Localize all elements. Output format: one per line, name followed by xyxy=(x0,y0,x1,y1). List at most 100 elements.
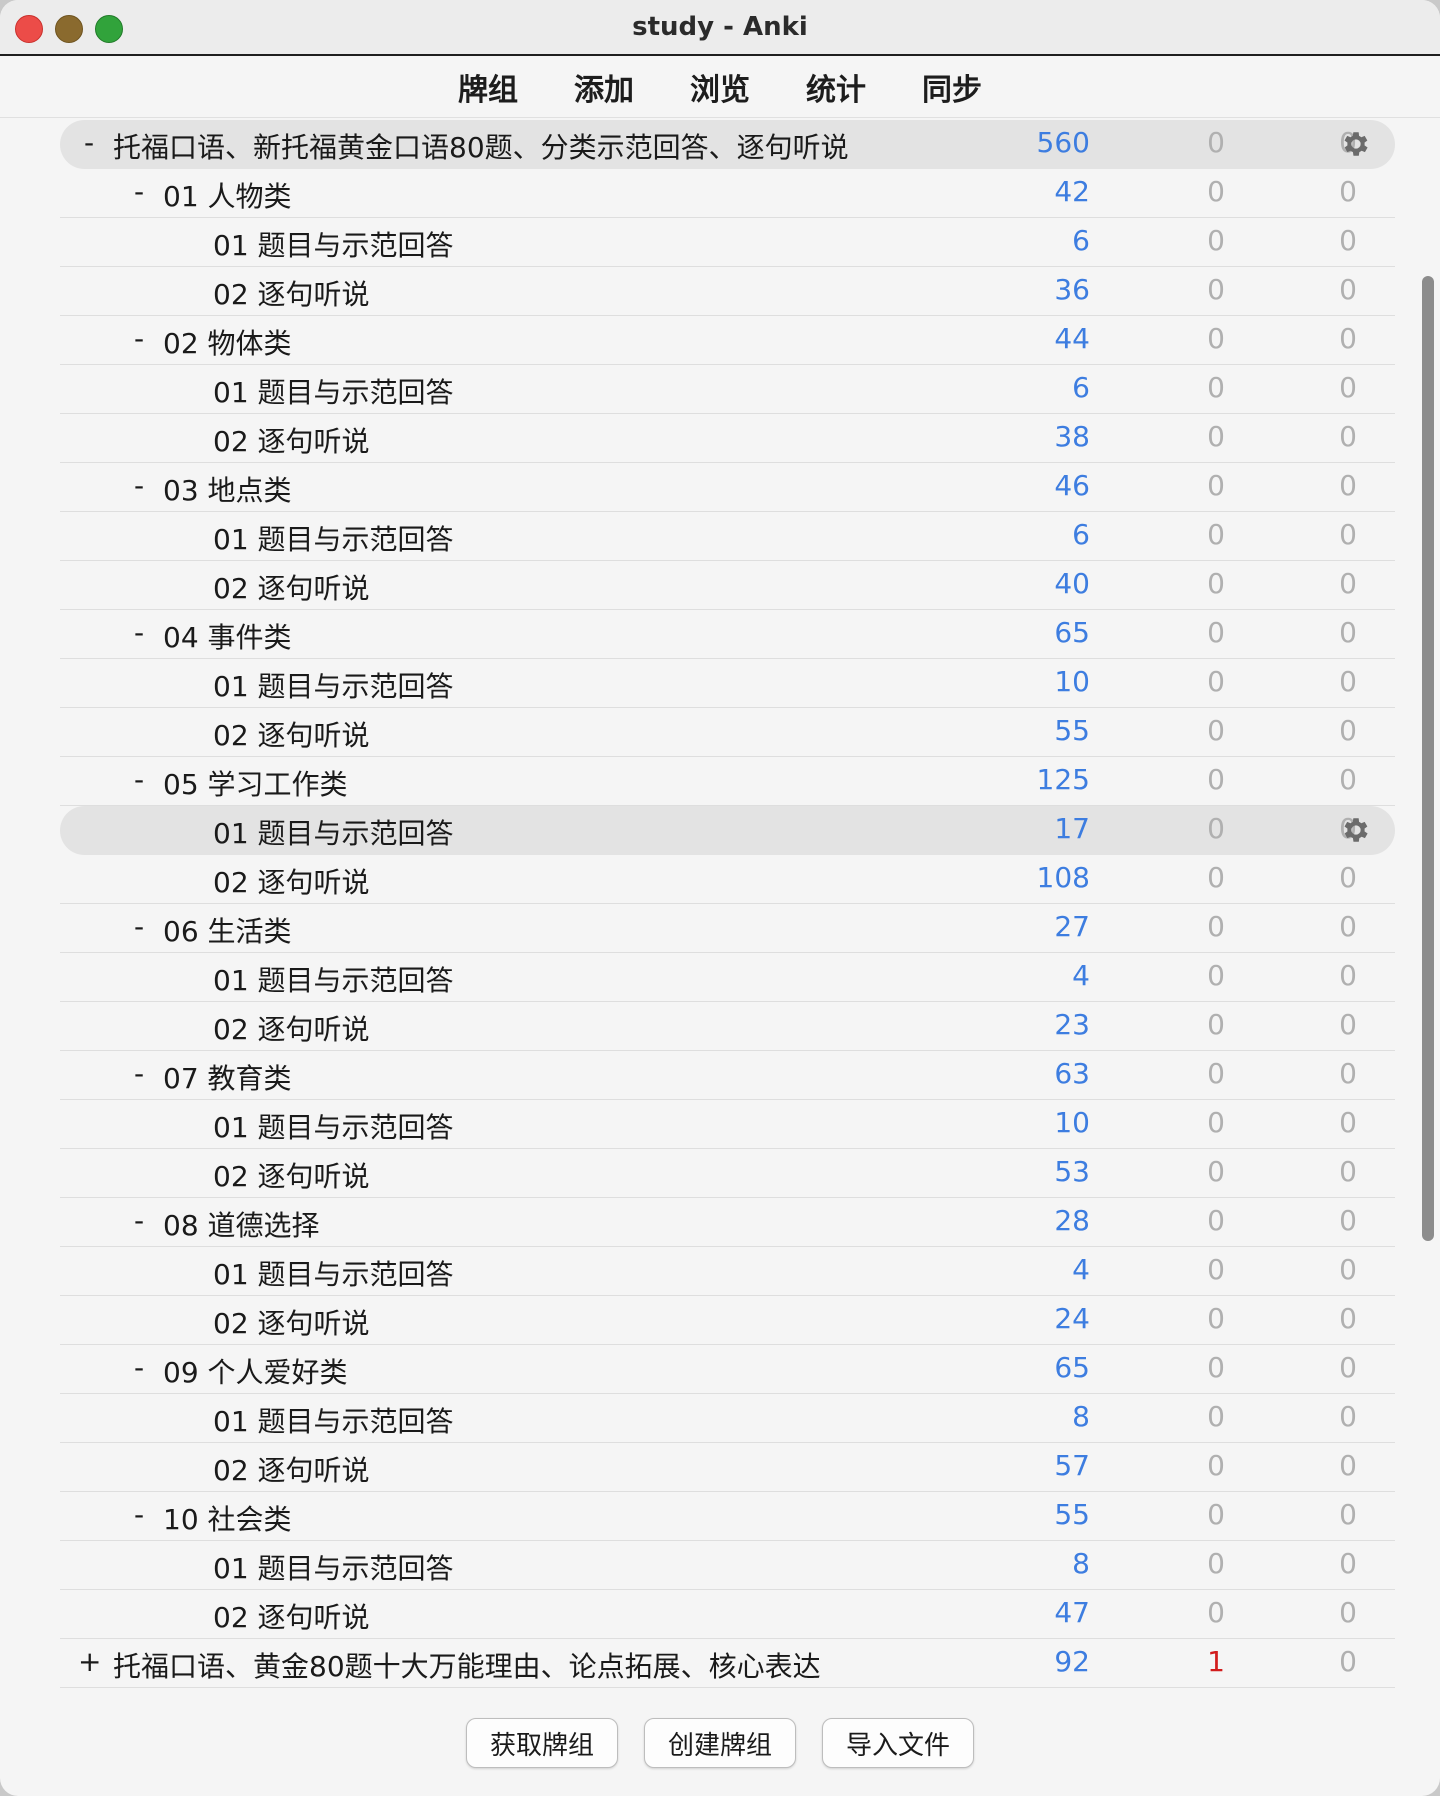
deck-row[interactable]: -06 生活类 27 0 0 xyxy=(60,904,1395,953)
collapse-toggle[interactable]: - xyxy=(128,616,150,649)
deck-row[interactable]: -08 道德选择 28 0 0 xyxy=(60,1198,1395,1247)
expand-toggle[interactable]: + xyxy=(78,1645,101,1678)
deck-name-link[interactable]: 托福口语、黄金80题十大万能理由、论点拓展、核心表达 xyxy=(113,1645,821,1685)
due-count: 0 xyxy=(1339,763,1357,796)
get-shared-decks-button[interactable]: 获取牌组 xyxy=(466,1718,618,1768)
deck-row[interactable]: 02 逐句听说 24 0 0 xyxy=(60,1296,1395,1345)
deck-name-link[interactable]: 02 逐句听说 xyxy=(213,420,370,460)
due-count: 0 xyxy=(1339,1057,1357,1090)
import-file-button[interactable]: 导入文件 xyxy=(822,1718,974,1768)
deck-row[interactable]: -10 社会类 55 0 0 xyxy=(60,1492,1395,1541)
deck-name-link[interactable]: 03 地点类 xyxy=(163,469,292,509)
deck-name-link[interactable]: 01 人物类 xyxy=(163,175,292,215)
collapse-toggle[interactable]: - xyxy=(78,126,100,159)
deck-row[interactable]: 01 题目与示范回答 6 0 0 xyxy=(60,512,1395,561)
deck-row[interactable]: 02 逐句听说 57 0 0 xyxy=(60,1443,1395,1492)
deck-name-link[interactable]: 05 学习工作类 xyxy=(163,763,348,803)
new-count: 28 xyxy=(1054,1204,1090,1237)
deck-name-link[interactable]: 01 题目与示范回答 xyxy=(213,665,454,705)
deck-name-link[interactable]: 10 社会类 xyxy=(163,1498,292,1538)
deck-name-link[interactable]: 01 题目与示范回答 xyxy=(213,1106,454,1146)
create-deck-button[interactable]: 创建牌组 xyxy=(644,1718,796,1768)
deck-name-link[interactable]: 01 题目与示范回答 xyxy=(213,371,454,411)
deck-row[interactable]: 01 题目与示范回答 10 0 0 xyxy=(60,659,1395,708)
deck-row[interactable]: 02 逐句听说 38 0 0 xyxy=(60,414,1395,463)
deck-name-link[interactable]: 07 教育类 xyxy=(163,1057,292,1097)
due-count: 0 xyxy=(1339,175,1357,208)
deck-name-link[interactable]: 04 事件类 xyxy=(163,616,292,656)
new-count: 65 xyxy=(1054,616,1090,649)
deck-row[interactable]: 02 逐句听说 36 0 0 xyxy=(60,267,1395,316)
deck-row[interactable]: -04 事件类 65 0 0 xyxy=(60,610,1395,659)
collapse-toggle[interactable]: - xyxy=(128,1498,150,1531)
collapse-toggle[interactable]: - xyxy=(128,469,150,502)
collapse-toggle[interactable]: - xyxy=(128,1351,150,1384)
deck-name-link[interactable]: 02 逐句听说 xyxy=(213,567,370,607)
deck-row[interactable]: 02 逐句听说 47 0 0 xyxy=(60,1590,1395,1639)
deck-name-link[interactable]: 02 逐句听说 xyxy=(213,1155,370,1195)
deck-name-link[interactable]: 01 题目与示范回答 xyxy=(213,1547,454,1587)
collapse-toggle[interactable]: - xyxy=(128,1204,150,1237)
deck-row[interactable]: + 托福口语、黄金80题十大万能理由、论点拓展、核心表达 92 1 0 xyxy=(60,1639,1395,1688)
deck-name-link[interactable]: 02 物体类 xyxy=(163,322,292,362)
deck-row[interactable]: 01 题目与示范回答 17 00 xyxy=(60,806,1395,855)
tab-decks[interactable]: 牌组 xyxy=(458,65,518,109)
tab-add[interactable]: 添加 xyxy=(574,65,634,109)
deck-name-link[interactable]: 02 逐句听说 xyxy=(213,1302,370,1342)
due-count: 0 xyxy=(1339,469,1357,502)
new-count: 6 xyxy=(1072,518,1090,551)
new-count: 36 xyxy=(1054,273,1090,306)
collapse-toggle[interactable]: - xyxy=(128,322,150,355)
tab-stats[interactable]: 统计 xyxy=(806,65,866,109)
deck-row[interactable]: 01 题目与示范回答 4 0 0 xyxy=(60,1247,1395,1296)
deck-row[interactable]: -09 个人爱好类 65 0 0 xyxy=(60,1345,1395,1394)
deck-row[interactable]: 01 题目与示范回答 4 0 0 xyxy=(60,953,1395,1002)
new-count: 44 xyxy=(1054,322,1090,355)
footer-actions: 获取牌组 创建牌组 导入文件 xyxy=(0,1718,1440,1768)
collapse-toggle[interactable]: - xyxy=(128,1057,150,1090)
deck-name-link[interactable]: 02 逐句听说 xyxy=(213,1008,370,1048)
deck-row[interactable]: -05 学习工作类 125 0 0 xyxy=(60,757,1395,806)
gear-icon[interactable] xyxy=(1340,814,1372,846)
deck-row[interactable]: 02 逐句听说 53 0 0 xyxy=(60,1149,1395,1198)
collapse-toggle[interactable]: - xyxy=(128,910,150,943)
learn-count: 0 xyxy=(1207,763,1225,796)
deck-name-link[interactable]: 02 逐句听说 xyxy=(213,1449,370,1489)
deck-row[interactable]: -07 教育类 63 0 0 xyxy=(60,1051,1395,1100)
deck-name-link[interactable]: 02 逐句听说 xyxy=(213,714,370,754)
deck-name-link[interactable]: 01 题目与示范回答 xyxy=(213,224,454,264)
deck-name-link[interactable]: 06 生活类 xyxy=(163,910,292,950)
deck-row[interactable]: 02 逐句听说 55 0 0 xyxy=(60,708,1395,757)
new-count: 4 xyxy=(1072,1253,1090,1286)
deck-name-link[interactable]: 01 题目与示范回答 xyxy=(213,1253,454,1293)
deck-name-link[interactable]: 08 道德选择 xyxy=(163,1204,320,1244)
deck-name-link[interactable]: 01 题目与示范回答 xyxy=(213,1400,454,1440)
vertical-scrollbar[interactable] xyxy=(1422,276,1434,1241)
gear-icon[interactable] xyxy=(1340,128,1372,160)
deck-name-link[interactable]: 01 题目与示范回答 xyxy=(213,812,454,852)
deck-row[interactable]: -01 人物类 42 0 0 xyxy=(60,169,1395,218)
deck-row[interactable]: 02 逐句听说 40 0 0 xyxy=(60,561,1395,610)
due-count: 0 xyxy=(1237,812,1357,845)
deck-row[interactable]: 01 题目与示范回答 8 0 0 xyxy=(60,1394,1395,1443)
tab-browse[interactable]: 浏览 xyxy=(690,65,750,109)
collapse-toggle[interactable]: - xyxy=(128,175,150,208)
deck-row[interactable]: 01 题目与示范回答 10 0 0 xyxy=(60,1100,1395,1149)
deck-row[interactable]: 02 逐句听说 108 0 0 xyxy=(60,855,1395,904)
deck-row[interactable]: -02 物体类 44 0 0 xyxy=(60,316,1395,365)
deck-row[interactable]: 01 题目与示范回答 6 0 0 xyxy=(60,218,1395,267)
tab-sync[interactable]: 同步 xyxy=(922,65,982,109)
deck-name-link[interactable]: 02 逐句听说 xyxy=(213,861,370,901)
deck-row[interactable]: -03 地点类 46 0 0 xyxy=(60,463,1395,512)
deck-row[interactable]: -托福口语、新托福黄金口语80题、分类示范回答、逐句听说 560 00 xyxy=(60,120,1395,169)
deck-name-link[interactable]: 01 题目与示范回答 xyxy=(213,959,454,999)
deck-row[interactable]: 01 题目与示范回答 8 0 0 xyxy=(60,1541,1395,1590)
deck-name-link[interactable]: 09 个人爱好类 xyxy=(163,1351,348,1391)
deck-row[interactable]: 02 逐句听说 23 0 0 xyxy=(60,1002,1395,1051)
deck-name-link[interactable]: 02 逐句听说 xyxy=(213,273,370,313)
deck-name-link[interactable]: 02 逐句听说 xyxy=(213,1596,370,1636)
collapse-toggle[interactable]: - xyxy=(128,763,150,796)
deck-row[interactable]: 01 题目与示范回答 6 0 0 xyxy=(60,365,1395,414)
deck-name-link[interactable]: 托福口语、新托福黄金口语80题、分类示范回答、逐句听说 xyxy=(113,126,849,166)
deck-name-link[interactable]: 01 题目与示范回答 xyxy=(213,518,454,558)
